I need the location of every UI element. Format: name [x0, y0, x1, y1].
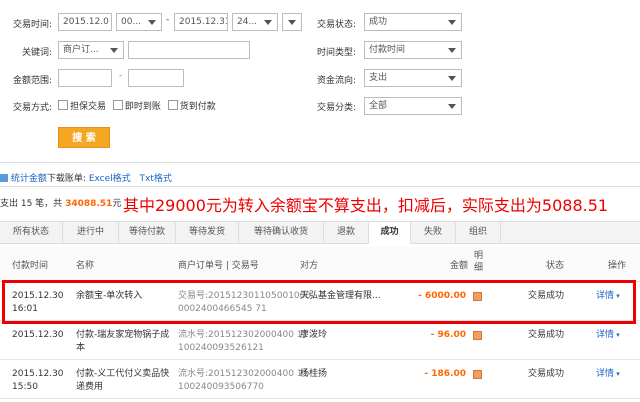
tab-awaiting-receipt[interactable]: 等待确认收货: [239, 222, 324, 243]
header-status: 状态: [546, 261, 565, 271]
time-type-select[interactable]: 付款时间: [364, 41, 462, 59]
row-party: 廖泼玲: [300, 330, 328, 340]
txt-download-link[interactable]: Txt格式: [140, 174, 172, 184]
trade-category-label: 交易分类:: [316, 103, 356, 113]
row-name-line2: 递费用: [76, 382, 104, 392]
amount-to-input[interactable]: [128, 69, 184, 87]
search-button[interactable]: 搜 索: [58, 127, 110, 148]
detail-icon[interactable]: [473, 370, 482, 379]
filter-divider: [0, 162, 640, 163]
header-detail: 明细: [474, 251, 484, 273]
summary-line: 支出 15 笔，共 34088.51元: [0, 196, 121, 209]
row-order-line1: 流水号:201512302000400 11: [178, 369, 309, 379]
summary-amount: 34088.51: [65, 199, 113, 209]
row-status: 交易成功: [528, 330, 565, 340]
summary-prefix: 支出 15 笔，共: [0, 199, 63, 209]
excel-download-link[interactable]: Excel格式: [89, 174, 131, 184]
status-tabs: 所有状态 进行中 等待付款 等待发货 等待确认收货 退款 成功 失败 组织: [0, 221, 640, 244]
fund-flow-select[interactable]: 支出: [364, 69, 462, 87]
row-status: 交易成功: [528, 369, 565, 379]
end-hour-select[interactable]: 24...: [232, 13, 278, 31]
row-name-line2: 本: [76, 343, 86, 353]
keyword-input[interactable]: [128, 41, 250, 59]
row-amount: - 96.00: [430, 330, 466, 340]
header-name: 名称: [76, 261, 95, 271]
end-date-input[interactable]: 2015.12.31: [174, 13, 228, 31]
header-amount: 金额: [450, 261, 469, 271]
amount-range-label: 金额范围:: [12, 76, 52, 86]
download-bar: 统计金额下载账单: Excel格式 Txt格式: [0, 171, 172, 184]
header-party: 对方: [300, 261, 319, 271]
table-row: 2015.12.30 付款-瑞友家宠物锅子成 本 流水号:20151230200…: [0, 321, 640, 360]
row-name-line1: 付款-义工代付义卖品快: [76, 369, 170, 379]
highlight-box: [2, 280, 636, 324]
header-action: 操作: [608, 261, 627, 271]
download-prefix: 下载账单:: [46, 174, 86, 184]
method-option-cod[interactable]: 货到付款: [167, 100, 216, 112]
header-order: 商户订单号 | 交易号: [178, 261, 259, 271]
row-amount: - 186.00: [424, 369, 466, 379]
table-row: 2015.12.30 15:50 付款-义工代付义卖品快 递费用 流水号:201…: [0, 360, 640, 399]
escrow-checkbox[interactable]: [58, 100, 68, 110]
amount-range-separator: -: [119, 71, 123, 81]
trade-category-select[interactable]: 全部: [364, 97, 462, 115]
start-date-input[interactable]: 2015.12.0: [58, 13, 112, 31]
tab-success[interactable]: 成功: [369, 222, 411, 244]
row-detail-link[interactable]: 详情: [596, 368, 620, 381]
red-annotation: 其中29000元为转入余额宝不算支出，扣减后，实际支出为5088.51: [123, 196, 609, 215]
date-range-separator: -: [166, 15, 170, 25]
row-order-line2: 100240093526121: [178, 343, 264, 353]
row-order-line2: 100240093506770: [178, 382, 264, 392]
tab-failed[interactable]: 失败: [411, 222, 456, 243]
trade-method-label: 交易方式:: [12, 103, 52, 113]
row-date: 2015.12.30: [12, 369, 64, 379]
tab-refund[interactable]: 退款: [324, 222, 369, 243]
tab-awaiting-shipment[interactable]: 等待发货: [176, 222, 239, 243]
method-option-instant[interactable]: 即时到账: [112, 100, 161, 112]
time-type-label: 时间类型:: [316, 48, 356, 58]
time-extra-select[interactable]: [282, 13, 302, 31]
amount-from-input[interactable]: [58, 69, 112, 87]
keyword-label: 关键词:: [21, 48, 52, 58]
summary-divider: [0, 186, 640, 187]
table-header: 付款时间 名称 商户订单号 | 交易号 对方 金额 明细 状态 操作: [0, 247, 640, 282]
row-party: 杨桂扬: [300, 369, 328, 379]
trade-method-options: 担保交易 即时到账 货到付款: [58, 99, 220, 112]
instant-checkbox[interactable]: [112, 100, 123, 110]
row-date: 2015.12.30: [12, 330, 64, 340]
cod-checkbox[interactable]: [167, 100, 178, 110]
tab-in-progress[interactable]: 进行中: [63, 222, 119, 243]
summary-unit: 元: [112, 199, 122, 209]
row-time: 15:50: [12, 382, 38, 392]
detail-icon[interactable]: [473, 331, 482, 340]
trade-status-label: 交易状态:: [316, 20, 356, 30]
tab-group[interactable]: 组织: [456, 222, 501, 243]
row-order-line1: 流水号:201512302000400 11: [178, 330, 309, 340]
keyword-type-select[interactable]: 商户订...: [58, 41, 124, 59]
header-time: 付款时间: [12, 261, 49, 271]
start-hour-select[interactable]: 00...: [116, 13, 162, 31]
trade-status-select[interactable]: 成功: [364, 13, 462, 31]
row-name-line1: 付款-瑞友家宠物锅子成: [76, 330, 170, 340]
row-detail-link[interactable]: 详情: [596, 329, 620, 342]
stats-icon: [0, 174, 8, 182]
time-label: 交易时间:: [12, 20, 52, 30]
fund-flow-label: 资金流向:: [316, 76, 356, 86]
tab-awaiting-payment[interactable]: 等待付款: [119, 222, 176, 243]
tab-all-status[interactable]: 所有状态: [0, 222, 63, 243]
stats-amount-link[interactable]: 统计金额: [11, 174, 47, 184]
method-option-escrow[interactable]: 担保交易: [58, 100, 106, 112]
